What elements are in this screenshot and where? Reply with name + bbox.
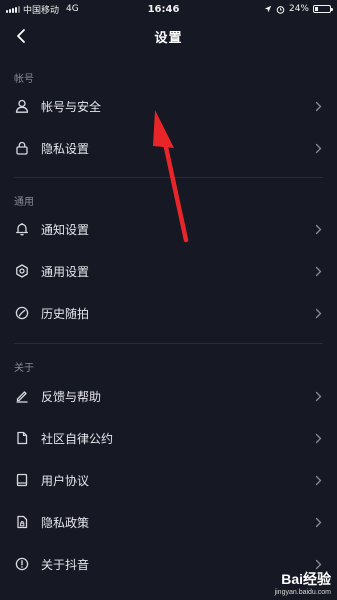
pen-icon: [14, 388, 30, 404]
settings-item-label: 社区自律公约: [41, 431, 114, 446]
lock-icon: [14, 140, 30, 156]
settings-item-account-security[interactable]: 帐号与安全: [0, 85, 337, 127]
info-icon: [14, 556, 30, 572]
settings-item-history[interactable]: 历史随拍: [0, 292, 337, 334]
chevron-right-icon: [311, 99, 325, 113]
section-divider: [14, 343, 323, 344]
settings-item-user-agreement[interactable]: 用户协议: [0, 459, 337, 501]
settings-item-label: 帐号与安全: [41, 99, 102, 114]
chevron-right-icon: [311, 306, 325, 320]
status-right: 24%: [211, 4, 333, 14]
page-title: 设置: [154, 30, 183, 46]
section-label-about: 关于: [14, 363, 34, 374]
privacy-document-icon: [14, 514, 30, 530]
network-text: 4G: [66, 4, 79, 14]
section-divider: [14, 177, 323, 178]
battery-icon: [313, 5, 333, 13]
bell-icon: [14, 221, 30, 237]
settings-item-label: 反馈与帮助: [41, 389, 102, 404]
settings-item-general[interactable]: 通用设置: [0, 250, 337, 292]
chevron-right-icon: [311, 264, 325, 278]
signal-icon: [6, 5, 20, 13]
back-button[interactable]: [8, 22, 34, 50]
nav-bar: 设置: [0, 18, 337, 54]
history-icon: [14, 305, 30, 321]
status-bar: 中国移动 4G 16:46 24%: [0, 0, 337, 18]
chevron-right-icon: [311, 389, 325, 403]
settings-item-label: 隐私设置: [41, 141, 90, 156]
settings-item-label: 通用设置: [41, 264, 90, 279]
carrier-text: 中国移动: [23, 5, 60, 16]
settings-item-feedback[interactable]: 反馈与帮助: [0, 375, 337, 417]
book-icon: [14, 472, 30, 488]
watermark-brand: Bai经验: [281, 571, 331, 587]
chevron-left-icon: [17, 29, 25, 43]
user-icon: [14, 98, 30, 114]
status-left: 中国移动 4G: [6, 3, 126, 16]
settings-item-notifications[interactable]: 通知设置: [0, 208, 337, 250]
section-label-general: 通用: [14, 197, 34, 208]
chevron-right-icon: [311, 431, 325, 445]
chevron-right-icon: [311, 222, 325, 236]
document-icon: [14, 430, 30, 446]
settings-item-privacy-policy[interactable]: 隐私政策: [0, 501, 337, 543]
watermark-url: jingyan.baidu.com: [274, 589, 331, 596]
settings-item-privacy[interactable]: 隐私设置: [0, 127, 337, 169]
gear-icon: [14, 263, 30, 279]
status-time: 16:46: [147, 3, 180, 15]
settings-item-label: 历史随拍: [41, 306, 90, 321]
alarm-icon: [276, 5, 285, 14]
watermark: Bai经验 jingyan.baidu.com: [275, 569, 331, 596]
settings-item-label: 关于抖音: [41, 557, 90, 572]
location-icon: [264, 5, 272, 13]
section-label-account: 帐号: [14, 74, 34, 85]
settings-item-label: 隐私政策: [41, 515, 90, 530]
settings-item-label: 用户协议: [41, 473, 90, 488]
settings-item-community[interactable]: 社区自律公约: [0, 417, 337, 459]
settings-item-label: 通知设置: [41, 222, 90, 237]
chevron-right-icon: [311, 141, 325, 155]
chevron-right-icon: [311, 473, 325, 487]
chevron-right-icon: [311, 515, 325, 529]
battery-text: 24%: [288, 4, 309, 14]
